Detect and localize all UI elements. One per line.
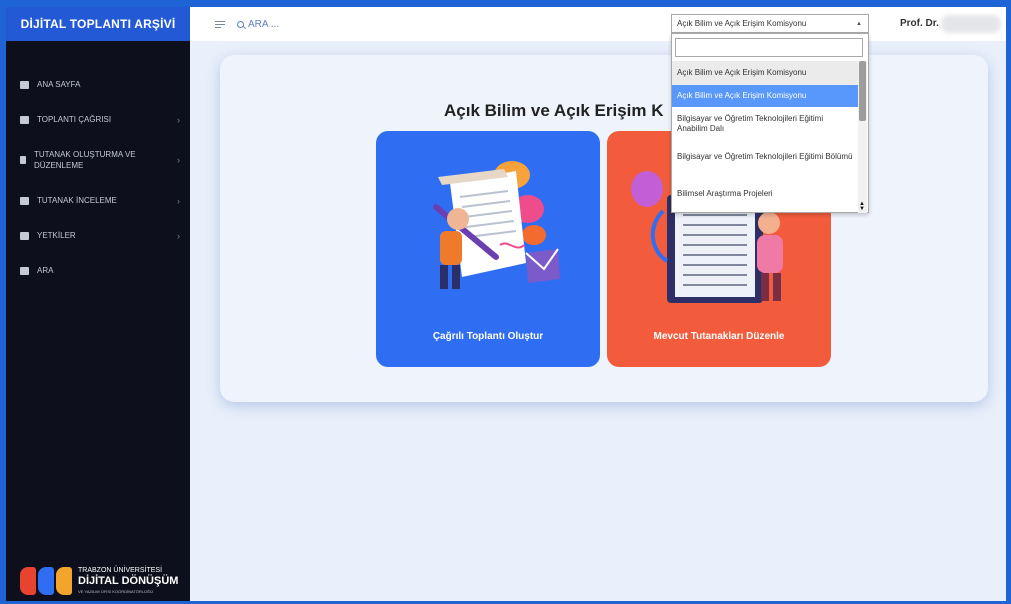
sidebar-item-label: TOPLANTI ÇAĞRISI <box>37 115 112 124</box>
sidebar-item-label: TUTANAK OLUŞTURMA VE DÜZENLEME <box>34 150 136 170</box>
app-window: DİJİTAL TOPLANTI ARŞİVİ ANA SAYFA TOPLAN… <box>6 7 1006 601</box>
id-card-icon <box>20 231 29 240</box>
sidebar-item-label: YETKİLER <box>37 231 76 240</box>
sidebar: DİJİTAL TOPLANTI ARŞİVİ ANA SAYFA TOPLAN… <box>6 7 190 601</box>
dropdown-search-input[interactable] <box>675 38 863 57</box>
search-list-icon <box>20 266 29 275</box>
main-card: Açık Bilim ve Açık Erişim K Çağrılı Topl… <box>220 55 988 402</box>
chevron-up-icon: ▲ <box>856 20 862 27</box>
create-meeting-label: Çağrılı Toplantı Oluştur <box>432 331 544 342</box>
search-icon <box>237 20 244 28</box>
sidebar-item-home[interactable]: ANA SAYFA <box>6 67 190 102</box>
committee-select-value: Açık Bilim ve Açık Erişim Komisyonu <box>677 19 807 28</box>
sidebar-item-label: ANA SAYFA <box>37 80 81 89</box>
chevron-right-icon: › <box>177 195 180 206</box>
sidebar-item-minutes-edit[interactable]: TUTANAK OLUŞTURMA VE DÜZENLEME › <box>6 137 190 183</box>
search-box[interactable]: ARA ... <box>237 19 279 30</box>
logo-line2: DİJİTAL DÖNÜŞÜM <box>78 575 179 587</box>
search-label: ARA ... <box>248 18 280 30</box>
edit-icon <box>20 156 26 164</box>
document-icon <box>20 196 29 205</box>
calendar-icon <box>20 115 29 124</box>
sidebar-item-permissions[interactable]: YETKİLER › <box>6 218 190 253</box>
dropdown-option[interactable]: Açık Bilim ve Açık Erişim Komisyonu <box>672 61 858 85</box>
ddo-logo-icon <box>20 567 72 595</box>
dropdown-option[interactable]: Bilimsel Araştırma Projeleri <box>672 183 858 207</box>
scrollbar-thumb[interactable] <box>859 61 866 121</box>
logo-line1: TRABZON ÜNİVERSİTESİ <box>78 567 163 574</box>
chevron-right-icon: › <box>177 114 180 125</box>
scroll-arrows-icon[interactable]: ▲ ▼ <box>859 201 865 212</box>
dropdown-scrollbar[interactable]: ▲ ▼ <box>858 61 867 213</box>
logo-line3: VE YAZILIM OFİSİ KOORDİNATÖRLÜĞÜ <box>78 589 153 594</box>
dropdown-option[interactable]: Bilgisayar ve Öğretim Teknolojileri Eğit… <box>672 145 858 183</box>
document-signing-illustration <box>433 161 560 289</box>
app-brand[interactable]: DİJİTAL TOPLANTI ARŞİVİ <box>6 7 190 41</box>
user-title[interactable]: Prof. Dr. <box>900 18 939 29</box>
sidebar-item-meeting-call[interactable]: TOPLANTI ÇAĞRISI › <box>6 102 190 137</box>
sidebar-item-label: ARA <box>37 266 54 275</box>
top-bar: ARA ... Açık Bilim ve Açık Erişim Komisy… <box>190 7 1006 41</box>
menu-toggle-icon[interactable] <box>215 20 225 28</box>
dropdown-option[interactable]: Bilgisayar ve Öğretim Teknolojileri Eğit… <box>672 107 858 145</box>
committee-select[interactable]: Açık Bilim ve Açık Erişim Komisyonu ▲ <box>671 14 869 33</box>
logo-text: TRABZON ÜNİVERSİTESİ DİJİTAL DÖNÜŞÜM VE … <box>78 566 178 596</box>
dropdown-option-highlighted[interactable]: Açık Bilim ve Açık Erişim Komisyonu <box>672 85 858 107</box>
university-logo: TRABZON ÜNİVERSİTESİ DİJİTAL DÖNÜŞÜM VE … <box>20 565 180 597</box>
page-title: Açık Bilim ve Açık Erişim K <box>444 101 664 120</box>
sidebar-item-label: TUTANAK İNCELEME <box>37 196 117 205</box>
edit-minutes-label: Mevcut Tutanakları Düzenle <box>653 331 785 342</box>
committee-dropdown: Açık Bilim ve Açık Erişim Komisyonu Açık… <box>671 33 869 213</box>
chevron-right-icon: › <box>177 155 180 165</box>
sidebar-item-search[interactable]: ARA <box>6 253 190 288</box>
chevron-right-icon: › <box>177 230 180 241</box>
sidebar-item-minutes-review[interactable]: TUTANAK İNCELEME › <box>6 183 190 218</box>
dropdown-options: Açık Bilim ve Açık Erişim Komisyonu Açık… <box>672 61 858 207</box>
sidebar-menu: ANA SAYFA TOPLANTI ÇAĞRISI › TUTANAK OLU… <box>6 67 190 288</box>
create-meeting-tile[interactable]: Çağrılı Toplantı Oluştur <box>376 131 600 367</box>
dashboard-icon <box>20 80 29 89</box>
user-name-redacted <box>941 15 1001 33</box>
